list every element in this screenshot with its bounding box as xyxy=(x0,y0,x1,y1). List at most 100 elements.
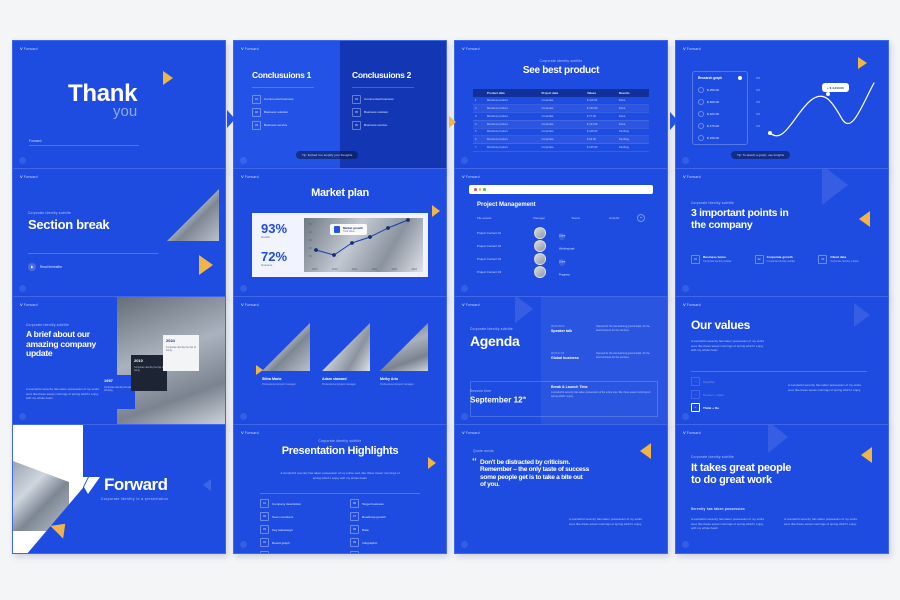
corner-dot-icon xyxy=(240,541,247,548)
slide-thumbnail-section-break[interactable]: V Forward Corporate identity subtitle Sec… xyxy=(12,168,226,298)
agenda-item[interactable]: Break & Launch Time A wonderful serenity… xyxy=(551,385,651,399)
list-item[interactable]: 10Costumer services xyxy=(350,551,430,553)
chart-tooltip: + $ 4,213.00 xyxy=(822,83,849,93)
item-label: Infographic xyxy=(362,540,378,545)
brand-lockup: Forward xyxy=(75,475,168,495)
point-item[interactable]: 03 Client data Corporate identity subtit… xyxy=(818,255,873,264)
timeline-card[interactable]: 2010 Corporate identity the tips of bein… xyxy=(131,355,167,391)
divider xyxy=(260,493,420,494)
item-number: 01 xyxy=(252,94,261,104)
corner-dot-icon xyxy=(682,285,689,292)
agenda-item[interactable]: 08:00-09:00 Speaker talk Opened for the … xyxy=(551,325,655,333)
timeline-card[interactable]: 2024 Corporate identity the tips of bein… xyxy=(163,335,199,371)
list-item[interactable]: 01 Commercial business xyxy=(252,94,334,104)
item-number: 07 xyxy=(350,512,359,521)
item-number: 03 xyxy=(260,525,269,534)
list-item[interactable]: 01 Company description xyxy=(260,499,336,508)
table-row[interactable]: 2 Mentions product Corporate $ 132.00 Done xyxy=(473,104,649,113)
agenda-desc: A wonderful serenity has taken possessio… xyxy=(551,391,651,398)
corner-dot-icon xyxy=(240,157,247,164)
gold-triangle-icon xyxy=(428,457,436,469)
table-row[interactable]: 5 Mentions product Corporate $ 109.00 Pendin… xyxy=(473,128,649,137)
slide-title: Our values xyxy=(691,318,751,332)
list-item[interactable]: 02 Business solution xyxy=(252,107,334,117)
legend-dot-icon xyxy=(738,76,742,80)
slide-thumbnail-project-management[interactable]: V Forward Project Management File assets … xyxy=(454,168,668,298)
slide-thumbnail-great-people[interactable]: V Forward Corporate identity subtitle It … xyxy=(675,424,889,554)
point-item[interactable]: 02 Corporate growth Corporate identity s… xyxy=(754,255,810,264)
avatar xyxy=(534,227,546,239)
quote-attribution: A wonderful serenity has taken possessio… xyxy=(569,517,643,526)
slide-thumbnail-market-plan[interactable]: V Forward Market plan 93% Growth 72% Outc… xyxy=(233,168,447,298)
team-member[interactable]: Siltra Maria Professional project manage… xyxy=(262,323,310,386)
y-tick: 400 xyxy=(756,89,761,92)
member-name: Melky Ario xyxy=(380,377,399,381)
list-item[interactable]: 06 Business service xyxy=(352,120,438,130)
slide-thumbnail-best-product[interactable]: V Forward Corporate identity subtitle See… xyxy=(449,40,668,170)
minimize-icon[interactable] xyxy=(478,188,482,191)
conclusions-right-title: Conclusuions 2 xyxy=(352,70,412,80)
slide-thumbnail-company-update[interactable]: V Forward Corporate identity subtitle A b… xyxy=(12,296,226,426)
item-number: 09 xyxy=(350,538,359,547)
table-row[interactable]: 7 Mentions product Corporate $ 215.00 Pendin… xyxy=(473,143,649,152)
list-item[interactable]: 04 Result graph xyxy=(260,538,336,547)
read-more-link[interactable]: Read thereafter xyxy=(28,263,62,271)
team-member[interactable]: Melky Ario Professional project manager xyxy=(380,323,428,386)
slide-thumbnail-team[interactable]: V Forward Siltra Maria Professional proje… xyxy=(233,296,447,426)
member-role: Professional project manager xyxy=(380,382,414,386)
list-item[interactable]: 07 Roadmap growth xyxy=(350,512,430,521)
agenda-item[interactable]: 09:00-11:00 Global business Opened for t… xyxy=(551,352,655,360)
slide-title: See best product xyxy=(522,65,600,76)
value-item[interactable]: — Honest + Open xyxy=(691,390,761,399)
slide-thumbnail-thank-you[interactable]: V Forward Thank you Forward xyxy=(12,40,226,170)
table-row[interactable]: 4 Mentions product Corporate $ 144.00 Done xyxy=(473,120,649,129)
slide-thumbnail-three-points[interactable]: V Forward Corporate identity subtitle 3 i… xyxy=(675,168,889,298)
slide-thumbnail-highlights[interactable]: V Forward Corporate identity subtitle Pre… xyxy=(233,424,447,554)
table-row[interactable]: 3 Mentions product Corporate $ 77.00 Done xyxy=(473,112,649,121)
list-item[interactable]: 03 Key takeaways xyxy=(260,525,336,534)
bullet-icon: — xyxy=(691,377,700,386)
slide-thumbnail-quote[interactable]: V Forward Quote words “ Don't be distract… xyxy=(454,424,668,554)
stat-value: 93% xyxy=(261,221,288,236)
slide-thumbnail-cover[interactable]: Forward Corporate identity in a presenta… xyxy=(12,424,226,554)
table-row[interactable]: 1 Mentions product Corporate $ 115.00 Done xyxy=(473,97,649,106)
legend-bullet-icon xyxy=(698,111,704,117)
slide-thumbnail-research-graph[interactable]: V Forward Research graph $ 250.00 $ 480.0… xyxy=(670,40,889,170)
value-item[interactable]: — Together xyxy=(691,377,761,386)
list-item[interactable]: 02 Team members xyxy=(260,512,336,521)
legend-panel: Research graph $ 250.00 $ 480.00 $ 322.0… xyxy=(692,71,748,145)
slide-logo: V Forward xyxy=(462,430,480,436)
timeline-card[interactable]: 1997 Corporate identity the tips of bein… xyxy=(101,375,135,409)
list-item[interactable]: 08 Data xyxy=(350,525,430,534)
legend-value: $ 480.00 xyxy=(707,100,720,104)
value-label: Think + Do xyxy=(703,405,719,410)
body-column-1: A wonderful serenity has taken possessio… xyxy=(691,517,765,531)
avatar xyxy=(534,266,546,278)
item-label: Business solution xyxy=(264,110,289,115)
file-name: Project Content 03 xyxy=(477,257,501,261)
item-number: 05 xyxy=(260,551,269,553)
slide-thumbnail-agenda[interactable]: V Forward Corporate identity subtitle Age… xyxy=(454,296,668,426)
point-item[interactable]: 01 Business home Corporate identity subt… xyxy=(691,255,746,264)
table-row[interactable]: Project Content 04 Progress xyxy=(477,266,645,278)
slide-thumbnail-our-values[interactable]: V Forward Our values A wonderful serenity… xyxy=(675,296,889,426)
point-label: Client data xyxy=(830,255,847,259)
list-item[interactable]: 05 Business solution xyxy=(352,107,438,117)
value-item-active[interactable]: + Think + Do xyxy=(691,403,761,412)
browser-chrome-bar xyxy=(469,185,653,194)
item-number: 05 xyxy=(352,107,361,117)
legend-value: $ 175.00 xyxy=(707,124,720,128)
add-icon[interactable]: + xyxy=(637,214,645,222)
list-item[interactable]: 04 Commercial business xyxy=(352,94,438,104)
close-icon[interactable] xyxy=(474,188,477,191)
list-item[interactable]: 05Opportunity xyxy=(260,551,336,553)
list-item[interactable]: 06 Target business xyxy=(350,499,430,508)
list-item[interactable]: 09 Infographic xyxy=(350,538,430,547)
slide-eyebrow: Corporate identity subtitle xyxy=(691,455,734,459)
slide-thumbnail-conclusions[interactable]: V Forward Conclusuions 1 01 Commercial bus… xyxy=(227,40,447,170)
table-row[interactable]: 6 Mentions product Corporate $ 92.00 Pending xyxy=(473,135,649,145)
item-label: Key takeaways xyxy=(272,527,293,532)
maximize-icon[interactable] xyxy=(483,188,486,191)
team-member[interactable]: Adam staward Professional project manage… xyxy=(322,323,370,386)
list-item[interactable]: 03 Business service xyxy=(252,120,334,130)
